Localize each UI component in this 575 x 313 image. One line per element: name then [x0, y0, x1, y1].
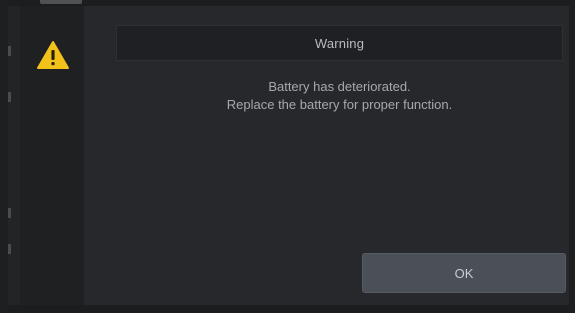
message-line-2: Replace the battery for proper function.	[226, 97, 453, 112]
dialog-title-bar: Warning	[116, 25, 563, 61]
warning-triangle-icon	[37, 41, 69, 69]
top-tab	[40, 0, 82, 4]
screen: Warning Battery has deteriorated. Replac…	[0, 0, 575, 313]
warning-dialog: Warning Battery has deteriorated. Replac…	[84, 6, 569, 305]
bezel-right	[569, 0, 575, 313]
bezel-left	[0, 0, 8, 313]
edge-mark	[8, 208, 11, 218]
bezel-bottom	[0, 305, 575, 313]
edge-mark	[8, 244, 11, 254]
ok-button[interactable]: OK	[362, 253, 566, 293]
dialog-title: Warning	[314, 35, 365, 51]
dialog-icon-column	[20, 6, 84, 305]
dialog-message: Battery has deteriorated. Replace the ba…	[116, 78, 563, 114]
message-line-1: Battery has deteriorated.	[268, 79, 411, 94]
ok-button-label: OK	[454, 265, 474, 281]
edge-mark	[8, 46, 11, 56]
edge-mark	[8, 92, 11, 102]
